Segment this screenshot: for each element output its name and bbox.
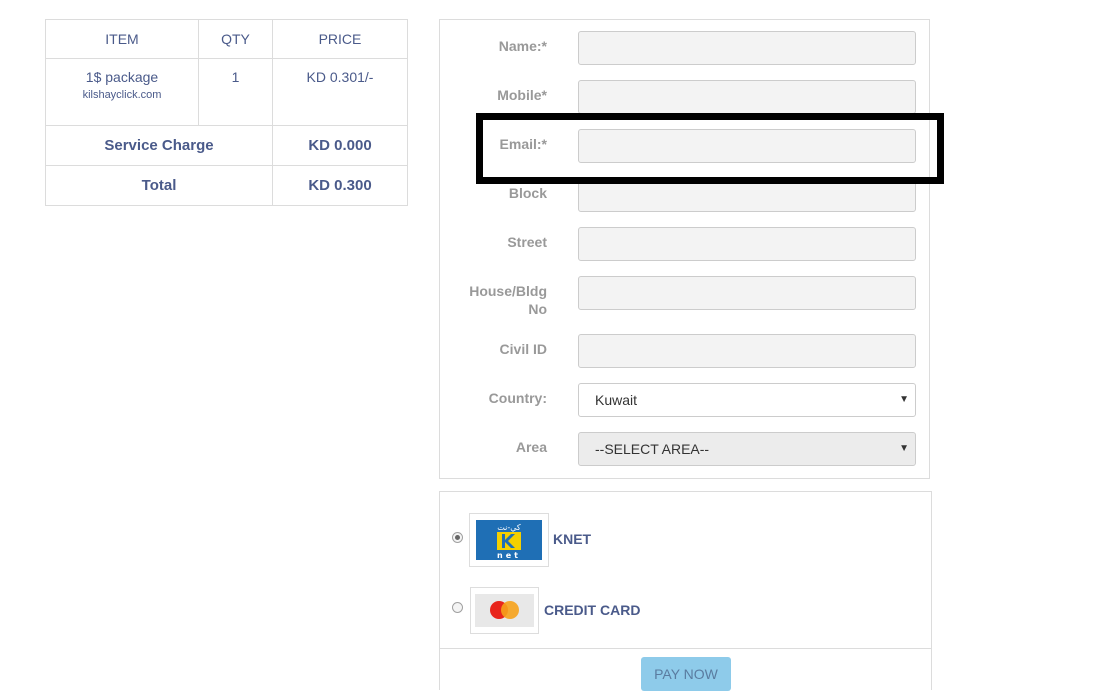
name-input[interactable] (578, 31, 916, 65)
block-label: Block (508, 185, 547, 201)
credit-card-logo (470, 587, 539, 634)
chevron-down-icon: ▼ (899, 394, 909, 405)
order-table: ITEM QTY PRICE 1$ package kilshayclick.c… (45, 19, 408, 206)
payment-panel: كي-نت net KNET CREDIT CARD PAY NOW (439, 491, 932, 691)
divider (440, 648, 931, 649)
country-label: Country: (488, 390, 547, 406)
service-charge-value: KD 0.000 (272, 125, 408, 166)
item-name: 1$ package (85, 69, 159, 85)
area-label: Area (515, 439, 547, 455)
knet-label[interactable]: KNET (553, 531, 591, 547)
knet-logo: كي-نت net (469, 513, 549, 567)
header-qty: QTY (198, 19, 273, 59)
order-header-row: ITEM QTY PRICE (45, 19, 408, 59)
street-label: Street (507, 234, 547, 250)
house-input[interactable] (578, 276, 916, 310)
header-price: PRICE (272, 19, 408, 59)
email-input[interactable] (578, 129, 916, 163)
civil-id-label: Civil ID (499, 341, 547, 357)
mobile-input[interactable] (578, 80, 916, 114)
email-label: Email:* (499, 136, 547, 152)
table-row: 1$ package kilshayclick.com 1 KD 0.301/- (45, 58, 408, 126)
area-value: --SELECT AREA-- (595, 441, 710, 457)
pay-now-button[interactable]: PAY NOW (641, 657, 731, 691)
mobile-label: Mobile* (497, 87, 547, 103)
country-select[interactable]: Kuwait ▼ (578, 383, 916, 417)
mastercard-icon (475, 594, 534, 627)
credit-card-radio[interactable] (452, 602, 463, 613)
total-row: Total KD 0.300 (45, 165, 408, 206)
civil-id-input[interactable] (578, 334, 916, 368)
item-qty: 1 (198, 58, 273, 126)
item-cell: 1$ package kilshayclick.com (45, 58, 199, 126)
total-value: KD 0.300 (272, 165, 408, 206)
item-price: KD 0.301/- (272, 58, 408, 126)
customer-form: Name:* Mobile* Email:* Block Street Hous… (439, 19, 930, 479)
knet-radio[interactable] (452, 532, 463, 543)
area-select[interactable]: --SELECT AREA-- ▼ (578, 432, 916, 466)
total-label: Total (45, 165, 273, 206)
country-value: Kuwait (595, 392, 638, 408)
knet-logo-sub: net (497, 551, 521, 560)
item-domain: kilshayclick.com (82, 89, 162, 101)
service-charge-row: Service Charge KD 0.000 (45, 125, 408, 166)
chevron-down-icon: ▼ (899, 443, 909, 454)
header-item: ITEM (45, 19, 199, 59)
knet-logo-icon: كي-نت net (476, 520, 542, 560)
house-label: House/Bldg No (469, 283, 547, 317)
street-input[interactable] (578, 227, 916, 261)
service-charge-label: Service Charge (45, 125, 273, 166)
credit-card-label[interactable]: CREDIT CARD (544, 602, 640, 618)
name-label: Name:* (498, 38, 547, 54)
block-input[interactable] (578, 178, 916, 212)
knet-logo-text: كي-نت (497, 523, 521, 532)
